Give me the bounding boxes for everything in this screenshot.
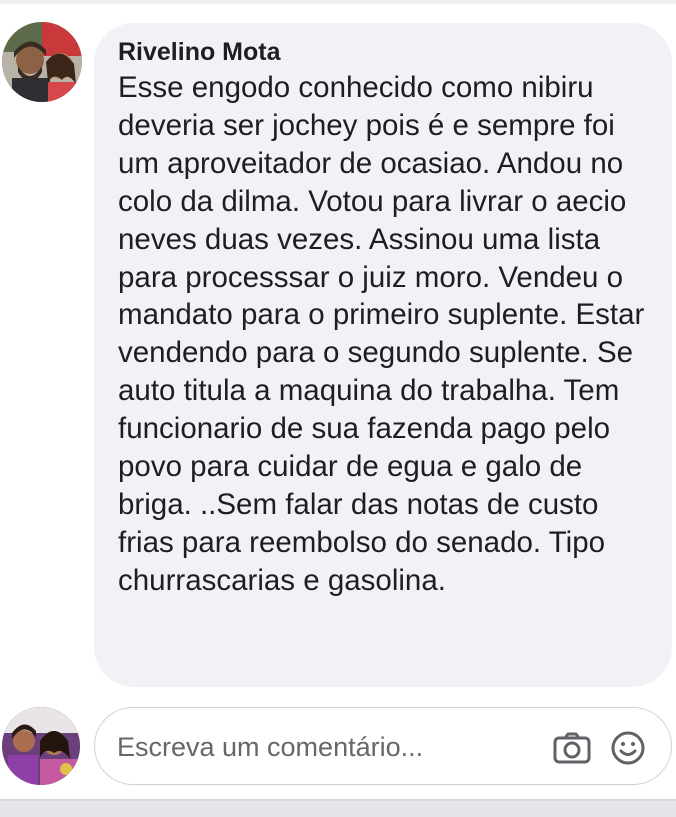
commenter-photo [2,22,82,102]
current-user-photo [2,707,80,785]
comment-input[interactable] [117,724,537,770]
comment-bubble[interactable]: Rivelino Mota Esse engodo conhecido como… [94,23,672,687]
current-user-avatar[interactable] [2,707,80,785]
comment-input-box[interactable] [94,707,672,785]
bottom-divider [0,799,676,817]
emoji-icon[interactable] [608,730,648,766]
commenter-avatar[interactable] [2,22,82,102]
top-divider [0,0,676,4]
comment-text: Esse engodo conhecido como nibiru deveri… [118,71,645,597]
reply-composer [0,700,676,790]
comment-author[interactable]: Rivelino Mota [118,37,652,67]
camera-icon[interactable] [552,730,592,766]
